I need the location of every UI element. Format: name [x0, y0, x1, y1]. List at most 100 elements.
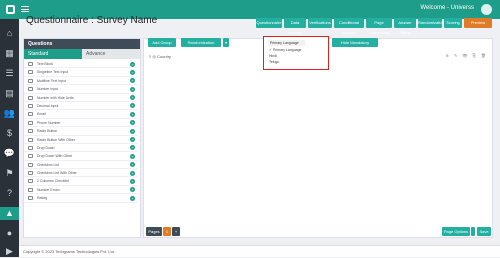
header-button-page-constraints[interactable]: Page Constraints [366, 18, 392, 35]
add-icon[interactable]: + [130, 78, 135, 84]
language-selected[interactable]: Primary Language [268, 40, 305, 46]
add-icon[interactable]: + [130, 162, 135, 168]
randomization-dropdown[interactable]: ▾ [223, 38, 229, 47]
avatar[interactable] [481, 4, 492, 15]
hide-mandatory-validation-button[interactable]: Hide Mandatory Validation [332, 38, 378, 54]
radio-icon [28, 137, 33, 142]
question-item-decimal[interactable]: Decimal Input + [24, 102, 138, 111]
users-icon[interactable]: 👥 [3, 107, 16, 120]
checkbox-icon [28, 162, 33, 167]
header-button-verifications[interactable]: Verifications [308, 18, 332, 28]
dropdown-icon [28, 145, 33, 150]
chat-icon[interactable]: 💬 [3, 147, 16, 160]
question-item-2col-checklist[interactable]: 2 Columns Checklist + [24, 177, 138, 186]
radio-icon [28, 129, 33, 134]
save-button[interactable]: Save [477, 227, 491, 236]
text-input-icon [28, 70, 33, 75]
country-field[interactable]: ≡ ◎ Country [149, 54, 171, 59]
logo-icon [6, 5, 15, 14]
add-page-button[interactable]: + [172, 227, 180, 236]
question-item-phone[interactable]: Phone Number + [24, 119, 138, 128]
add-icon[interactable]: + [130, 95, 135, 101]
add-icon[interactable]: + [130, 120, 135, 126]
add-icon[interactable]: + [130, 170, 135, 176]
add-icon[interactable]: + [130, 195, 135, 201]
header-button-data-linkage[interactable]: Data Linkage [284, 18, 306, 35]
question-item-rating[interactable]: Rating + [24, 194, 138, 203]
language-option-telugu[interactable]: Telugu [269, 60, 279, 64]
question-item-singleline[interactable]: Singleline Text Input + [24, 68, 138, 77]
add-icon[interactable]: + [130, 137, 135, 143]
question-item-text-block[interactable]: Text Block + [24, 60, 138, 69]
page-options-button[interactable]: Page Options [442, 227, 470, 236]
add-icon[interactable]: + [130, 61, 135, 67]
question-item-number-input[interactable]: Number Input + [24, 85, 138, 94]
page-options-dropdown[interactable] [471, 227, 475, 236]
checkbox-icon [28, 171, 33, 176]
textarea-icon [28, 78, 33, 83]
flag-icon[interactable]: ⚑ [3, 167, 16, 180]
pages-label: Pages [146, 227, 162, 236]
language-option-hindi[interactable]: Hindi [269, 54, 277, 58]
menu-icon[interactable] [21, 6, 29, 12]
question-item-dropdown[interactable]: Drop Down + [24, 144, 138, 153]
footer: Copyright © 2023 Techgrams Technologies … [19, 245, 500, 257]
question-item-radio-other[interactable]: Radio Button With Other + [24, 136, 138, 144]
question-item-checkbox-other[interactable]: Checkbox List With Other + [24, 169, 138, 178]
apple-icon[interactable]: ● [3, 227, 16, 240]
add-icon[interactable]: + [130, 178, 135, 184]
question-item-email[interactable]: Email + [24, 110, 138, 119]
add-icon[interactable]: + [130, 103, 135, 109]
questions-panel: Questions Standard Advance Text Block + S… [23, 38, 163, 238]
question-item-radio[interactable]: Radio Button + [24, 127, 138, 136]
question-item-checkbox[interactable]: Checkbox List + [24, 161, 138, 170]
add-icon[interactable]: + [130, 153, 135, 159]
page-title: Questionnaire : Survey Name [26, 15, 158, 26]
grid-icon[interactable]: ▦ [3, 47, 16, 60]
header-button-answer-piping[interactable]: Answer Piping [394, 18, 416, 35]
add-icon[interactable]: + [130, 111, 135, 117]
randomization-button[interactable]: Randomization [181, 38, 221, 47]
header-button-preview[interactable]: Preview [464, 18, 492, 28]
decimal-icon [28, 103, 33, 108]
add-icon[interactable]: + [130, 128, 135, 134]
question-item-number-hide-units[interactable]: Number with Hide Units + [24, 94, 138, 102]
add-group-button[interactable]: Add Group [148, 38, 176, 47]
questions-panel-title: Questions [24, 39, 140, 49]
field-action-icons[interactable]: ⊕ ✎ 👁 ⎘ 🗑 [445, 53, 488, 58]
text-block-icon [28, 62, 33, 66]
header-button-scoring[interactable]: Scoring [444, 18, 462, 28]
header-button-questionnaire[interactable]: Questionnaire [256, 18, 282, 28]
header-button-randomization[interactable]: Randomization [418, 18, 445, 28]
number-icon [28, 187, 33, 192]
play-icon[interactable]: ▶ [3, 245, 16, 258]
star-icon [28, 196, 33, 201]
number-icon [28, 87, 33, 92]
add-icon[interactable]: + [130, 69, 135, 75]
dropdown-icon [28, 154, 33, 159]
add-icon[interactable]: + [130, 86, 135, 92]
question-tabs: Standard Advance [24, 49, 140, 59]
list-icon[interactable]: ☰ [3, 67, 16, 80]
question-item-dropdown-other[interactable]: Drop Down With Other + [24, 152, 138, 161]
page-1-button[interactable]: 1 [163, 227, 171, 236]
add-icon[interactable]: + [130, 187, 135, 193]
welcome-text: Welcome - Universs [420, 5, 474, 11]
language-option-primary[interactable]: ✓ Primary Language [269, 48, 302, 52]
add-icon[interactable]: + [130, 145, 135, 151]
question-item-multiline[interactable]: Multiline Text Input + [24, 77, 138, 86]
help-icon[interactable]: ? [3, 187, 16, 200]
sidebar: ⌂ ▦ ☰ ▤ 👥 $ 💬 ⚑ ? ▲ ● ▶ [0, 19, 19, 257]
home-icon[interactable]: ⌂ [3, 27, 16, 40]
question-item-number-enum[interactable]: Number Enum + [24, 186, 138, 195]
language-dropdown[interactable]: Primary Language ✓ Primary Language Hind… [263, 36, 329, 70]
country-label: Country [157, 54, 172, 59]
dollar-icon[interactable]: $ [3, 127, 16, 140]
header-button-conditional-display[interactable]: Conditional Display [334, 18, 364, 35]
tab-standard[interactable]: Standard [24, 49, 82, 59]
phone-icon [28, 120, 33, 125]
tab-advance[interactable]: Advance [82, 49, 140, 59]
warning-icon[interactable]: ▲ [0, 207, 19, 220]
checklist-icon [28, 179, 33, 184]
table-icon[interactable]: ▤ [3, 87, 16, 100]
